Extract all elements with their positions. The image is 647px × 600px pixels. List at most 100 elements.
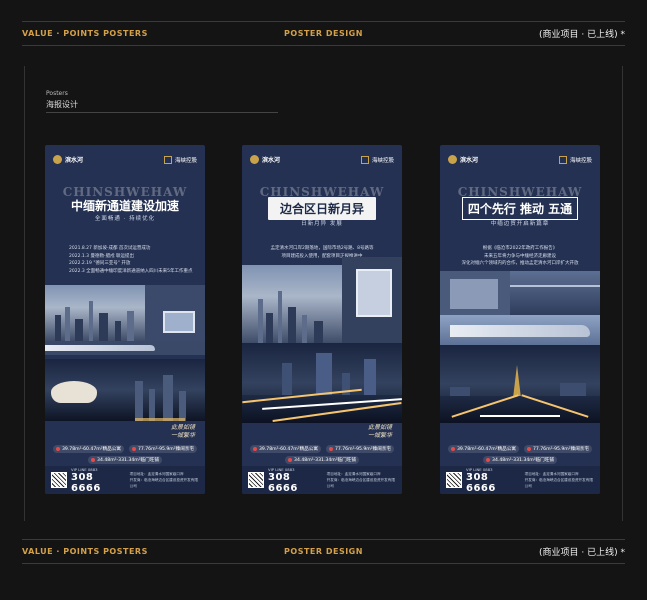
developer-line: 开发商：临沧海峡边合区建设投资开发有限公司 — [524, 478, 593, 488]
city-skyline-photo — [45, 285, 145, 341]
price-text: 39.78m²-60.47m²精品公寓 — [259, 447, 318, 452]
poster-headline: 四个先行 推动 五通 — [462, 197, 578, 220]
highway-night-photo — [242, 343, 402, 423]
qr-code-icon[interactable] — [248, 472, 264, 488]
hotline-number[interactable]: 308 6666 — [71, 472, 123, 494]
price-tag: 77.76m²-95.9m²臻阔亲宅 — [523, 445, 592, 453]
price-list: 39.78m²-60.47m²精品公寓 77.76m²-95.9m²臻阔亲宅 3… — [448, 445, 592, 467]
news-item: 2022.3 全面畅通中缅印度洋新通道纳入四川未来5年工作重点 — [69, 268, 193, 274]
top-bar-left-label: VALUE · POINTS POSTERS — [22, 29, 148, 38]
slogan-line: 此景如镜 — [170, 424, 195, 431]
news-item: 未来五年将力争与中缅经济走廊建设 — [484, 253, 556, 259]
sky-panel-photo — [342, 257, 402, 343]
qr-code-icon[interactable] — [51, 472, 67, 488]
bullet-icon — [131, 447, 136, 451]
waterfront-night-photo — [45, 359, 205, 421]
price-tag: 34.48m²-331.34m²临门旺铺 — [88, 456, 162, 464]
developer-line: 开发商：临沧海峡边合区建设投资开发有限公司 — [326, 478, 395, 488]
brand-logo-right: 海峡控股 — [360, 155, 394, 164]
poster-subtitle: 日新月异 发展 — [301, 221, 343, 227]
developer-mark-icon — [558, 155, 567, 164]
price-text: 34.48m²-331.34m²临门旺铺 — [492, 458, 554, 463]
calligraphy-slogan: 此景如镜 一城繁华 — [368, 424, 392, 440]
price-text: 39.78m²-60.47m²精品公寓 — [457, 447, 516, 452]
poster-headline: 边合区日新月异 — [268, 197, 376, 220]
price-text: 77.76m²-95.9m²臻阔亲宅 — [137, 447, 194, 452]
news-item: 孟定清水河口岸2期落地，国际市场2号路、8号路等 — [270, 246, 374, 251]
bottom-bar-left-label: VALUE · POINTS POSTERS — [22, 547, 148, 556]
bullet-icon — [56, 447, 60, 451]
hotline-number[interactable]: 308 6666 — [268, 472, 320, 494]
bottom-divider — [22, 563, 625, 564]
top-bar-center-label: POSTER DESIGN — [284, 29, 363, 38]
building-photo — [440, 271, 510, 315]
poster-1[interactable]: 滨水河 海峡控股 CHINSHWEHAW 中缅新通道建设加速 全面畅通 · 持续… — [45, 145, 205, 494]
slogan-line: 一城繁华 — [170, 432, 195, 439]
sky-panel-photo — [145, 285, 205, 341]
train-photo — [45, 341, 205, 355]
developer-name: 海峡控股 — [569, 157, 592, 164]
price-text: 34.48m²-331.34m²临门旺铺 — [294, 458, 356, 463]
developer-name: 海峡控股 — [174, 157, 197, 164]
poster-news-list: 根据《临沧市2022年政府工作报告》 未来五年将力争与中缅经济走廊建设 深化对缅… — [454, 245, 586, 268]
brand-name: 滨水河 — [262, 157, 281, 164]
news-item: 根据《临沧市2022年政府工作报告》 — [482, 246, 558, 251]
bullet-icon — [526, 447, 531, 451]
calligraphy-slogan: 此景如镜 一城繁华 — [171, 424, 195, 440]
bridge-photo — [510, 271, 600, 315]
poster-2[interactable]: 滨水河 海峡控股 CHINSHWEHAW 边合区日新月异 日新月异 发展 孟定清… — [242, 145, 402, 494]
poster-footer: VIP LINE 0883 308 6666 项目地址：孟定清水河国家级口岸 开… — [45, 466, 205, 494]
city-skyline-photo — [242, 265, 342, 343]
price-text: 77.76m²-95.9m²臻阔亲宅 — [532, 447, 589, 452]
brand-name: 滨水河 — [65, 157, 84, 164]
project-address: 项目地址：孟定清水河国家级口岸 开发商：临沧海峡边合区建设投资开发有限公司 — [327, 471, 396, 489]
bottom-bar-right-label: (商业项目 · 已上线) * — [539, 548, 625, 558]
slogan-line: 此景如镜 — [367, 424, 392, 431]
brand-name: 滨水河 — [460, 157, 479, 164]
brand-logo-right: 海峡控股 — [163, 155, 197, 164]
price-tag: 39.78m²-60.47m²精品公寓 — [250, 445, 321, 453]
section-underline — [46, 112, 278, 113]
news-item: 深化对缅六个领域内的合作，推动孟定清水河口岸扩大开放 — [461, 261, 579, 266]
top-divider — [22, 45, 625, 46]
brand-logo-left: 滨水河 — [250, 155, 280, 164]
poster-subtitle: 全面畅通 · 持续优化 — [94, 216, 156, 222]
brand-mark-icon — [448, 155, 457, 164]
price-text: 77.76m²-95.9m²臻阔亲宅 — [334, 447, 391, 452]
bullet-icon — [328, 447, 333, 451]
brand-logo-left: 滨水河 — [53, 155, 83, 164]
brand-mark-icon — [250, 155, 259, 164]
hotline-number[interactable]: 308 6666 — [466, 472, 518, 494]
project-address: 项目地址：孟定清水河国家级口岸 开发商：临沧海峡边合区建设投资开发有限公司 — [130, 471, 199, 489]
slogan-line: 一城繁华 — [367, 432, 392, 439]
price-text: 34.48m²-331.34m²临门旺铺 — [97, 458, 159, 463]
price-text: 39.78m²-60.47m²精品公寓 — [62, 447, 121, 452]
developer-name: 海峡控股 — [371, 157, 394, 164]
poster-subtitle: 中缅边贸开启新篇章 — [490, 221, 550, 227]
price-tag: 39.78m²-60.47m²精品公寓 — [448, 445, 519, 453]
bullet-icon — [91, 458, 96, 462]
poster-headline: 中缅新通道建设加速 — [70, 199, 179, 213]
poster-3[interactable]: 滨水河 海峡控股 CHINSHWEHAW 四个先行 推动 五通 中缅边贸开启新篇… — [440, 145, 600, 494]
city-avenue-night-photo — [440, 345, 600, 423]
high-speed-train-photo — [440, 315, 600, 345]
section-title-cn: 海报设计 — [46, 100, 78, 109]
brand-mark-icon — [53, 155, 62, 164]
bottom-bar-center-label: POSTER DESIGN — [284, 547, 363, 556]
price-tag: 77.76m²-95.9m²臻阔亲宅 — [128, 445, 197, 453]
top-bar: VALUE · POINTS POSTERS POSTER DESIGN (商业… — [22, 21, 625, 45]
brand-logo-left: 滨水河 — [448, 155, 478, 164]
bullet-icon — [451, 447, 455, 451]
price-list: 39.78m²-60.47m²精品公寓 77.76m²-95.9m²臻阔亲宅 3… — [250, 445, 394, 467]
section-title-en: Posters — [46, 90, 68, 97]
qr-code-icon[interactable] — [446, 472, 462, 488]
price-list: 39.78m²-60.47m²精品公寓 77.76m²-95.9m²臻阔亲宅 3… — [53, 445, 197, 467]
poster-news-list: 2021.8.27 新加坡-成都 首次试运营成功 2022.1.3 曼德勒-腊戍… — [69, 245, 195, 275]
poster-footer: VIP LINE 0883 308 6666 项目地址：孟定清水河国家级口岸 开… — [242, 466, 402, 494]
bottom-bar: VALUE · POINTS POSTERS POSTER DESIGN (商业… — [22, 539, 625, 563]
bullet-icon — [288, 458, 293, 462]
price-tag: 34.48m²-331.34m²临门旺铺 — [285, 456, 359, 464]
top-bar-right-label: (商业项目 · 已上线) * — [539, 30, 625, 40]
project-address: 项目地址：孟定清水河国家级口岸 开发商：临沧海峡边合区建设投资开发有限公司 — [525, 471, 594, 489]
news-item: 2021.8.27 新加坡-成都 首次试运营成功 — [69, 246, 151, 251]
